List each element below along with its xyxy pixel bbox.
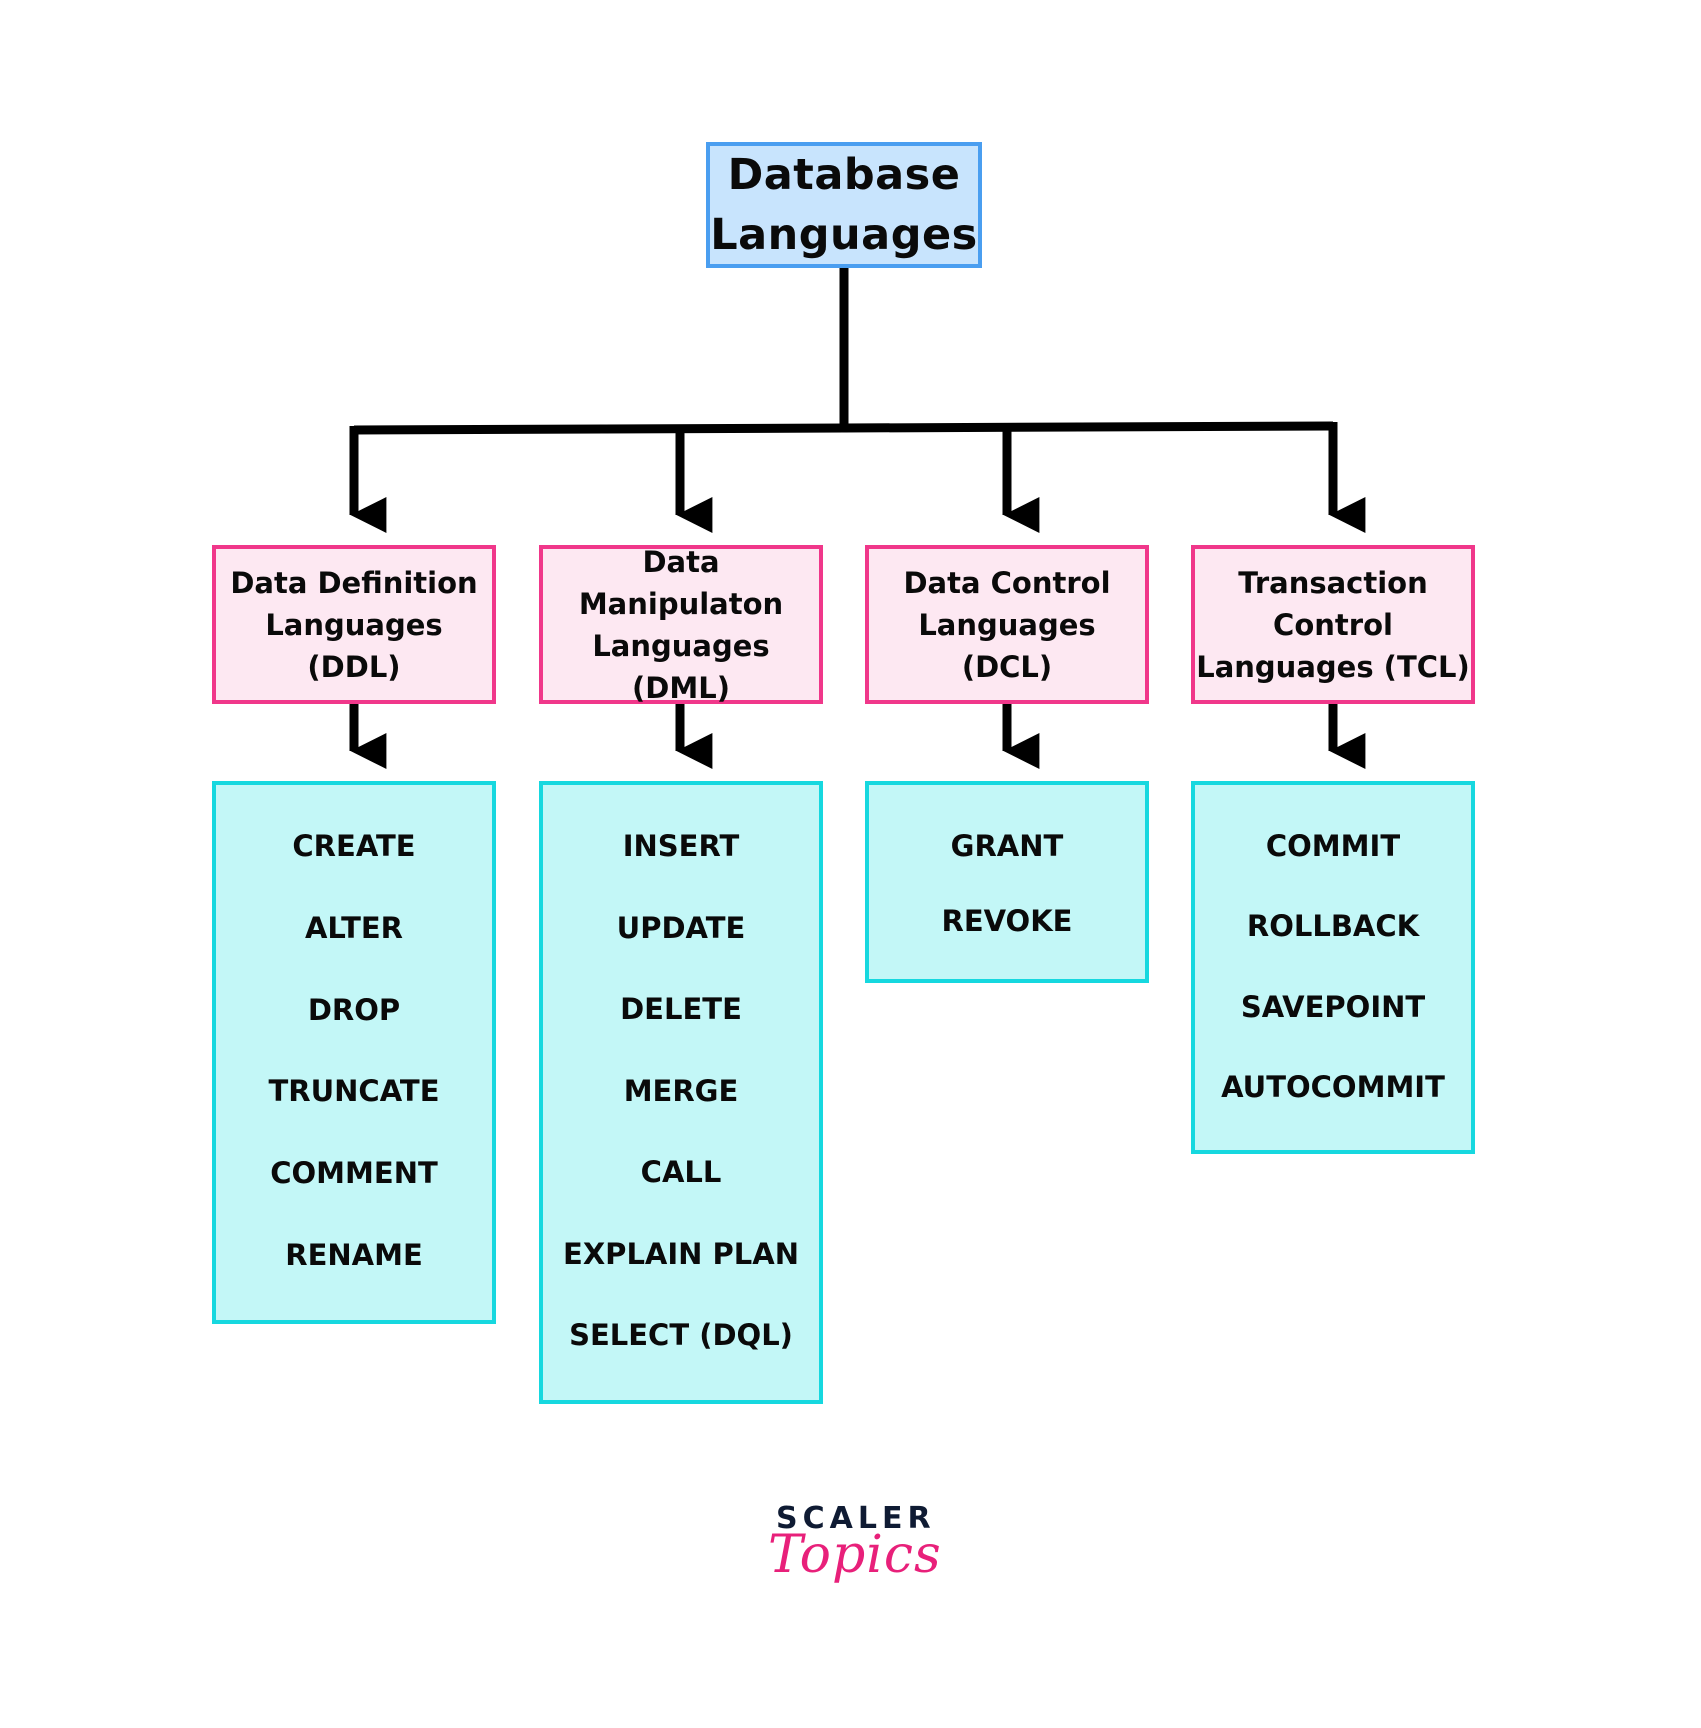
- command-item: RENAME: [285, 1238, 423, 1273]
- command-list-dcl: GRANT REVOKE: [865, 781, 1149, 983]
- command-item: AUTOCOMMIT: [1221, 1069, 1445, 1104]
- command-list-tcl: COMMIT ROLLBACK SAVEPOINT AUTOCOMMIT: [1191, 781, 1475, 1154]
- command-item: CREATE: [292, 829, 416, 863]
- category-label-line: Control: [1273, 607, 1393, 642]
- category-label-line: Data Manipulaton: [578, 544, 784, 621]
- category-node-ddl: Data Definition Languages (DDL): [212, 545, 496, 704]
- command-item: COMMIT: [1265, 829, 1401, 863]
- category-node-tcl: Transaction Control Languages (TCL): [1191, 545, 1475, 704]
- command-list-ddl: CREATE ALTER DROP TRUNCATE COMMENT RENAM…: [212, 781, 496, 1324]
- command-item: EXPLAIN PLAN: [563, 1236, 799, 1271]
- category-label-line: Languages (TCL): [1196, 649, 1470, 684]
- command-item: DELETE: [620, 992, 742, 1027]
- category-label-line: Transaction: [1238, 565, 1428, 600]
- command-item: ALTER: [304, 910, 404, 945]
- root-node-database-languages: Database Languages: [706, 142, 982, 268]
- command-item: REVOKE: [941, 904, 1073, 938]
- command-item: TRUNCATE: [268, 1074, 440, 1109]
- root-title-line1: Database: [727, 150, 961, 200]
- command-item: GRANT: [950, 829, 1064, 863]
- logo-wordmark-topics: Topics: [768, 1525, 942, 1585]
- command-item: UPDATE: [616, 910, 746, 945]
- command-item: INSERT: [622, 829, 740, 863]
- category-label-line: Data Control: [903, 565, 1111, 600]
- command-item: COMMENT: [270, 1156, 438, 1191]
- category-label-line: Languages (DML): [592, 628, 770, 705]
- category-node-dml: Data Manipulaton Languages (DML): [539, 545, 823, 705]
- command-item: MERGE: [623, 1073, 739, 1108]
- scaler-topics-logo: SCALER Topics: [760, 1495, 942, 1630]
- category-label-line: Languages (DDL): [265, 607, 443, 684]
- branch-bar-line: [353, 421, 1334, 435]
- command-item: ROLLBACK: [1246, 909, 1420, 944]
- category-label-line: Languages (DCL): [918, 607, 1096, 684]
- command-item: SAVEPOINT: [1240, 989, 1426, 1024]
- command-item: CALL: [640, 1155, 722, 1190]
- command-item: DROP: [307, 992, 401, 1027]
- command-item: SELECT (DQL): [569, 1318, 793, 1353]
- category-node-dcl: Data Control Languages (DCL): [865, 545, 1149, 704]
- root-title-line2: Languages: [710, 210, 978, 260]
- command-list-dml: INSERT UPDATE DELETE MERGE CALL EXPLAIN …: [539, 781, 823, 1404]
- category-label-line: Data Definition: [230, 565, 478, 600]
